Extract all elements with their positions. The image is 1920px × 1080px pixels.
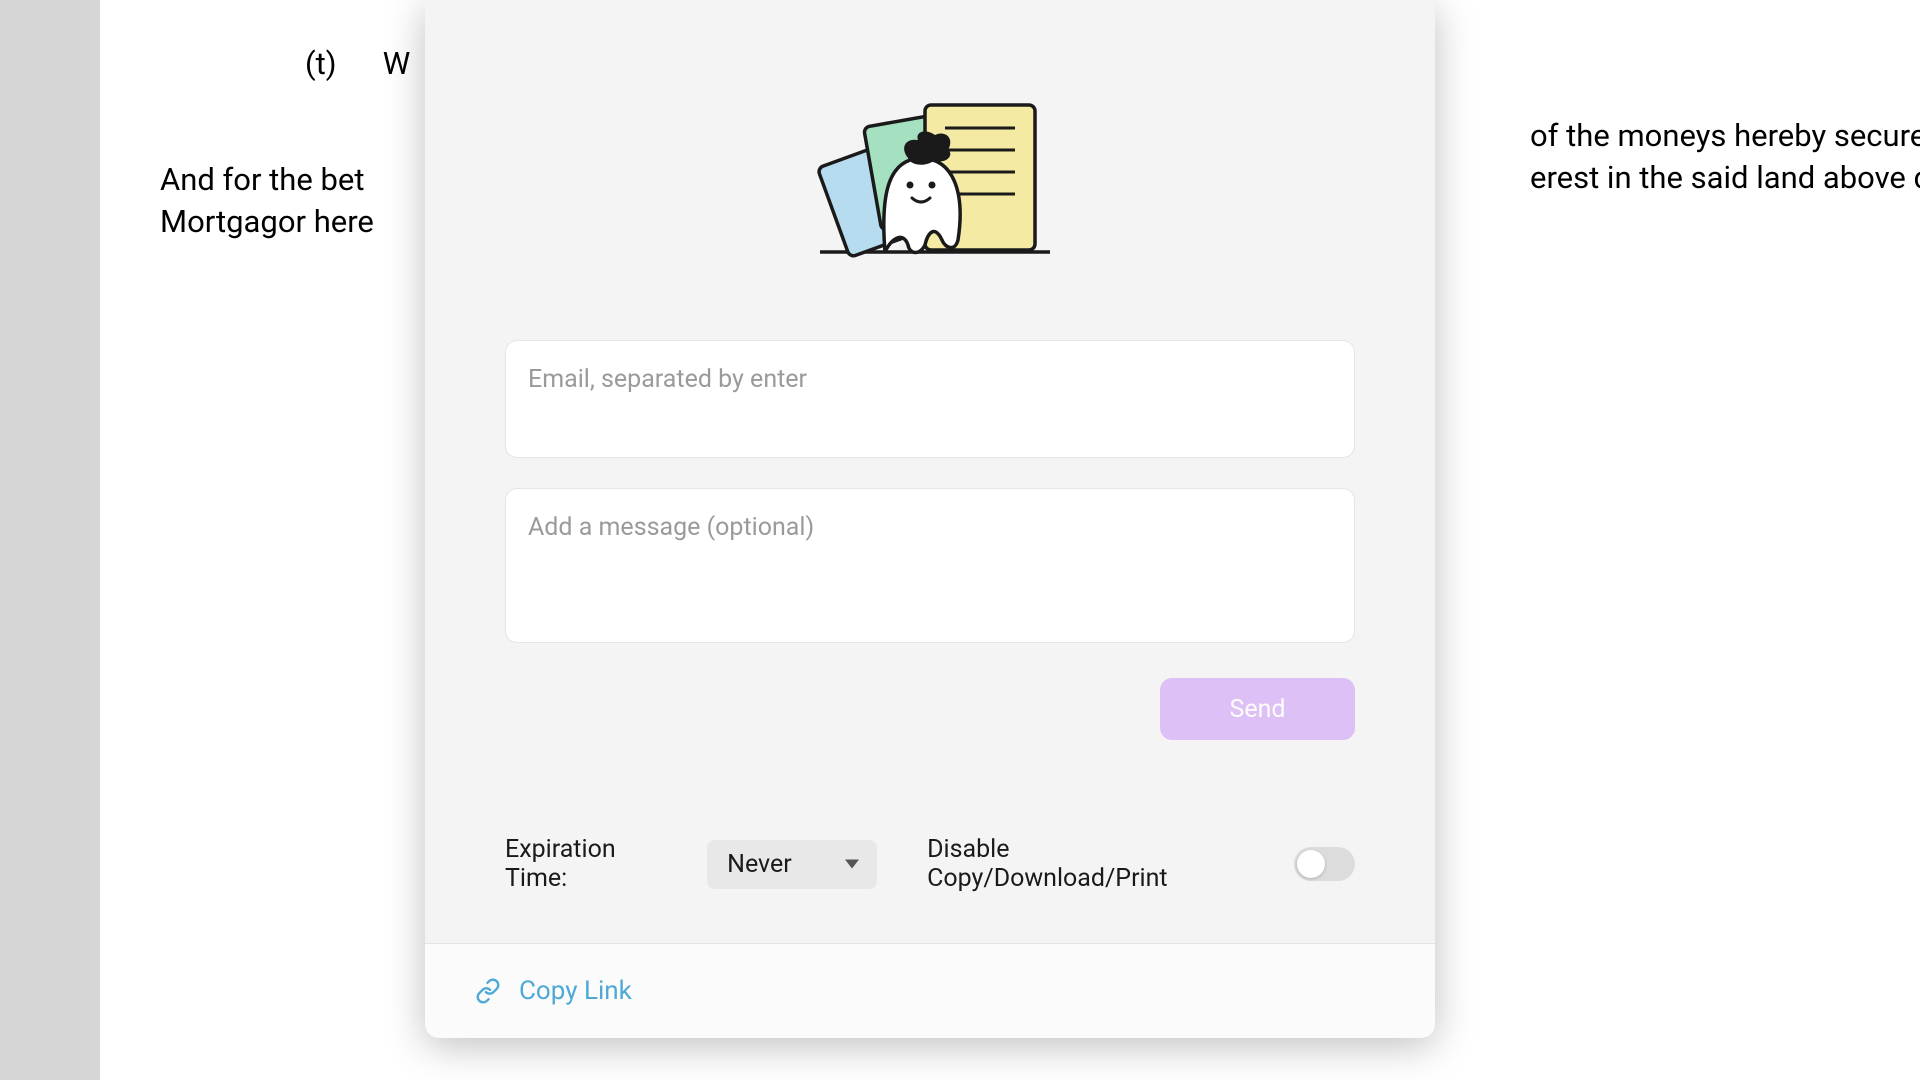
expiration-value: Never (727, 850, 792, 879)
share-modal: Send Expiration Time: Never Disable Copy… (425, 0, 1435, 1038)
para-left: And for the bet Mortgagor here (160, 159, 374, 243)
para-right: of the moneys hereby secured, t erest in… (1530, 115, 1920, 199)
disable-copy-toggle[interactable] (1294, 847, 1356, 881)
disable-copy-label: Disable Copy/Download/Print (927, 835, 1253, 893)
email-field[interactable] (505, 340, 1355, 458)
message-field[interactable] (505, 488, 1355, 643)
send-row: Send (505, 678, 1355, 740)
clause-marker: (t) (305, 45, 337, 82)
expiration-select[interactable]: Never (707, 840, 877, 889)
options-row: Expiration Time: Never Disable Copy/Down… (505, 835, 1355, 893)
copy-link-label: Copy Link (519, 976, 632, 1006)
toggle-knob (1297, 850, 1325, 878)
link-icon (475, 978, 501, 1004)
modal-footer: Copy Link (425, 943, 1435, 1038)
modal-body: Send Expiration Time: Never Disable Copy… (425, 0, 1435, 943)
share-illustration (790, 80, 1070, 260)
copy-link-button[interactable]: Copy Link (475, 976, 632, 1006)
expiration-label: Expiration Time: (505, 835, 682, 893)
chevron-down-icon (845, 860, 859, 869)
share-form: Send Expiration Time: Never Disable Copy… (505, 340, 1355, 893)
clause-text-start: W (383, 45, 411, 82)
send-button[interactable]: Send (1160, 678, 1355, 740)
